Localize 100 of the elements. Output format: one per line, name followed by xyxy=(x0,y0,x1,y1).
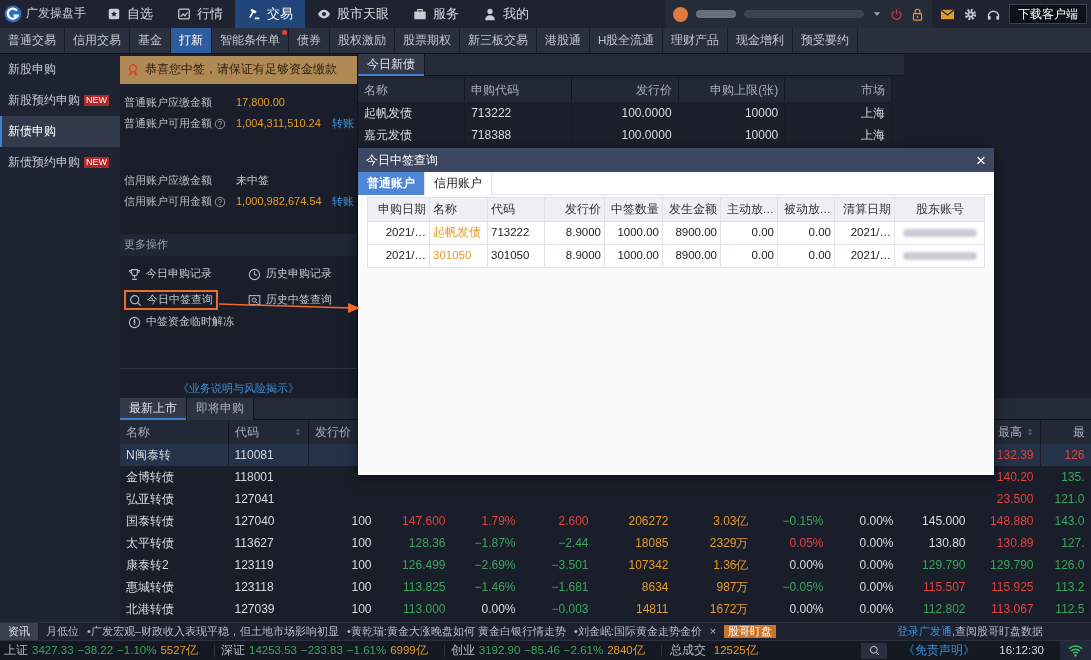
index-volume: 6999亿 xyxy=(390,643,428,658)
table-cell: 0.00% xyxy=(755,598,830,620)
nav-tab[interactable]: 交易 xyxy=(235,0,305,28)
table-cell: 北港转债 xyxy=(120,598,228,620)
table-cell: 10000 xyxy=(678,124,785,146)
lock-icon[interactable] xyxy=(911,7,924,21)
settings-icon[interactable] xyxy=(963,6,978,22)
table-cell: 0.00% xyxy=(830,510,900,532)
table-cell: 130.89 xyxy=(972,532,1040,554)
risk-link[interactable]: 《业务说明与风险揭示》 xyxy=(178,382,299,394)
disclaimer-link[interactable]: 《免责声明》 xyxy=(895,643,984,658)
table-cell: 129.790 xyxy=(900,554,972,576)
menu-tab[interactable]: 债券 xyxy=(289,28,330,53)
sidebar-item[interactable]: 新债预约申购 NEW xyxy=(0,147,120,178)
transfer-link[interactable]: 转账 xyxy=(332,194,357,209)
trophy-icon xyxy=(128,267,141,281)
close-button[interactable]: × xyxy=(709,624,717,639)
table-cell: 115.925 xyxy=(972,576,1040,598)
nav-tab[interactable]: 我的 xyxy=(471,0,541,28)
table-cell: 206272 xyxy=(595,510,675,532)
table-cell: 100 xyxy=(308,554,378,576)
menu-tab[interactable]: 预受要约 xyxy=(793,28,859,53)
search-button[interactable] xyxy=(861,642,888,659)
table-cell: −0.003 xyxy=(522,598,595,620)
transfer-link[interactable]: 转账 xyxy=(332,116,357,131)
action-link[interactable]: 今日中签查询 xyxy=(124,290,218,310)
account-tab[interactable]: 普通账户 xyxy=(358,172,425,195)
column-header: 主动放… xyxy=(720,197,778,222)
menu-tab[interactable]: 理财产品 xyxy=(663,28,729,53)
news-tab[interactable]: 资讯 xyxy=(0,623,38,640)
field-value: 17,800.00 xyxy=(236,95,285,110)
close-button[interactable]: × xyxy=(976,151,986,169)
nav-tab[interactable]: 行情 xyxy=(165,0,235,28)
blurred-mark xyxy=(696,9,736,19)
news-headline[interactable]: •广发宏观–财政收入表现平稳，但土地市场影响初显 xyxy=(87,624,339,639)
table-cell: 126.499 xyxy=(378,554,452,576)
column-header: 名称 xyxy=(429,197,488,222)
column-header: 名称 xyxy=(126,424,150,440)
menu-tab[interactable]: 股权激励 xyxy=(330,28,395,53)
panel-tab[interactable]: 今日新债 xyxy=(358,54,425,76)
table-cell: 127039 xyxy=(228,598,308,620)
table-cell: 2021/… xyxy=(367,221,430,245)
panel-tab[interactable]: 即将申购 xyxy=(187,398,254,420)
section-header: 更多操作 xyxy=(120,234,357,256)
table-cell: 上海 xyxy=(784,102,892,124)
sidebar-item[interactable]: 新债申购 xyxy=(0,116,120,147)
login-link[interactable]: 登录广发通 xyxy=(896,624,952,637)
action-link[interactable]: 中签资金临时解冻 xyxy=(124,312,238,332)
nav-tab[interactable]: 股市天眼 xyxy=(305,0,401,28)
table-cell: 148.880 xyxy=(972,510,1040,532)
menu-tab[interactable]: 港股通 xyxy=(537,28,590,53)
table-cell: 113.825 xyxy=(378,576,452,598)
download-button[interactable]: 下载客户端 xyxy=(1009,3,1087,25)
column-header: 最 xyxy=(1072,424,1085,440)
table-cell: 金博转债 xyxy=(120,466,228,488)
field-value: 1,000,982,674.54 xyxy=(236,194,322,209)
table-cell: 121.0 xyxy=(1040,488,1091,510)
action-link[interactable]: 历史中签查询 xyxy=(244,290,336,310)
power-icon[interactable] xyxy=(890,7,903,21)
column-header: 名称 xyxy=(358,78,465,102)
menu-tab[interactable]: 智能条件单 xyxy=(212,28,289,53)
menu-tab[interactable]: 现金增利 xyxy=(728,28,794,53)
table-cell: 惠城转债 xyxy=(120,576,228,598)
column-header: 发行价 xyxy=(314,424,351,440)
table-cell: 0.00% xyxy=(830,532,900,554)
menu-tab[interactable]: H股全流通 xyxy=(590,28,664,53)
menu-tab[interactable]: 信用交易 xyxy=(65,28,130,53)
field-label: 普通账户可用金额 xyxy=(124,116,212,131)
action-link[interactable]: 历史申购记录 xyxy=(244,264,336,284)
news-headline[interactable]: •黄乾瑞:黄金大涨晚盘如何 黄金白银行情走势 xyxy=(346,624,566,639)
action-link[interactable]: 今日申购记录 xyxy=(124,264,216,284)
column-header: 申购代码 xyxy=(464,78,572,102)
column-header: 中签数量 xyxy=(604,197,663,222)
table-cell: 8634 xyxy=(595,576,675,598)
login-hint: ,查阅股哥盯盘数据 xyxy=(951,624,1043,637)
menu-tab[interactable]: 新三板交易 xyxy=(460,28,537,53)
news-headline[interactable]: 月低位 xyxy=(46,624,79,639)
nav-tab[interactable]: 服务 xyxy=(401,0,471,28)
account-tab[interactable]: 信用账户 xyxy=(425,172,492,195)
field-value: 1,004,311,510.24 xyxy=(236,116,321,131)
sidebar-item[interactable]: 新股预约申购 NEW xyxy=(0,85,120,116)
table-cell: 0.00% xyxy=(830,598,900,620)
table-cell: 113627 xyxy=(228,532,308,554)
table-cell: 10000 xyxy=(678,102,785,124)
table-cell: 太平转债 xyxy=(120,532,228,554)
table-cell: 100.0000 xyxy=(571,124,679,146)
sidebar-item[interactable]: 新股申购 xyxy=(0,54,120,85)
table-cell: 0.00% xyxy=(452,598,522,620)
menu-tab[interactable]: 普通交易 xyxy=(0,28,65,53)
nav-tab[interactable]: 自选 xyxy=(95,0,165,28)
news-headline[interactable]: •刘金岷:国际黄金走势金价 xyxy=(573,624,702,639)
table-cell: 127. xyxy=(1040,532,1091,554)
table-cell: 113.000 xyxy=(378,598,452,620)
table-cell: 1672万 xyxy=(675,598,755,620)
table-cell: 上海 xyxy=(784,124,892,146)
menu-tab[interactable]: 打新 xyxy=(171,28,212,53)
column-header: 申购日期 xyxy=(367,197,430,222)
table-cell: 嘉元发债 xyxy=(358,124,465,146)
menu-tab[interactable]: 股票期权 xyxy=(395,28,460,53)
panel-tab[interactable]: 最新上市 xyxy=(120,398,187,420)
